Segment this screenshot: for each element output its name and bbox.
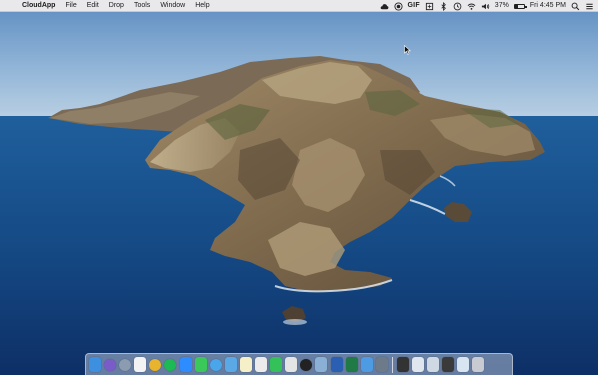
siri-icon[interactable] [104, 358, 117, 371]
dock [85, 353, 513, 375]
calendar-icon[interactable] [134, 357, 147, 372]
mail-icon[interactable] [224, 357, 237, 372]
notes-icon[interactable] [239, 357, 252, 372]
screen-recorder-icon[interactable] [300, 358, 313, 371]
menu-window[interactable]: Window [155, 0, 190, 12]
preview-icon[interactable] [315, 357, 328, 372]
word-icon[interactable] [330, 357, 343, 372]
time-machine-icon[interactable] [453, 2, 462, 11]
window-screenshot-icon[interactable] [427, 357, 440, 372]
photos-icon[interactable] [285, 357, 298, 372]
safari-icon[interactable] [209, 358, 222, 371]
document-stack-icon[interactable] [412, 357, 425, 372]
app-menu[interactable]: CloudApp [18, 0, 60, 12]
finder-icon[interactable] [89, 357, 101, 372]
dropbox-icon[interactable] [425, 2, 434, 11]
menu-help[interactable]: Help [190, 0, 214, 12]
menu-edit[interactable]: Edit [82, 0, 104, 12]
wifi-icon[interactable] [467, 2, 476, 11]
downloads-folder-icon[interactable] [457, 357, 470, 372]
battery-icon[interactable] [513, 3, 527, 9]
launchpad-icon[interactable] [119, 358, 132, 371]
spotlight-search-icon[interactable] [571, 2, 580, 11]
messages-icon[interactable] [194, 357, 207, 372]
terminal-icon[interactable] [396, 357, 409, 372]
mouse-cursor-icon [404, 45, 411, 55]
gif-recorder-icon[interactable]: GIF [408, 0, 420, 12]
bluetooth-icon[interactable] [439, 1, 448, 11]
facetime-icon[interactable] [270, 357, 283, 372]
volume-icon[interactable] [481, 2, 490, 11]
textedit-icon[interactable] [255, 357, 268, 372]
image-capture-icon[interactable] [375, 357, 388, 372]
trash-icon[interactable] [472, 357, 485, 372]
excel-icon[interactable] [345, 357, 358, 372]
dock-separator [391, 356, 393, 373]
menu-clock[interactable]: Fri 4:45 PM [530, 0, 566, 12]
desktop-wallpaper [0, 0, 598, 375]
screen-capture-icon[interactable] [442, 357, 455, 372]
record-screen-icon[interactable] [393, 1, 403, 11]
control-menu-icon[interactable] [585, 2, 594, 11]
xcode-icon[interactable] [360, 357, 373, 372]
cloudapp-cloud-icon[interactable] [380, 2, 389, 11]
menu-file[interactable]: File [60, 0, 81, 12]
battery-percent: 37% [494, 2, 509, 9]
menu-tools[interactable]: Tools [129, 0, 155, 12]
menu-bar: CloudApp File Edit Drop Tools Window Hel… [0, 0, 598, 12]
zoom-icon[interactable] [179, 357, 192, 372]
chrome-icon[interactable] [149, 358, 162, 371]
spotify-icon[interactable] [164, 358, 177, 371]
menu-drop[interactable]: Drop [104, 0, 129, 12]
